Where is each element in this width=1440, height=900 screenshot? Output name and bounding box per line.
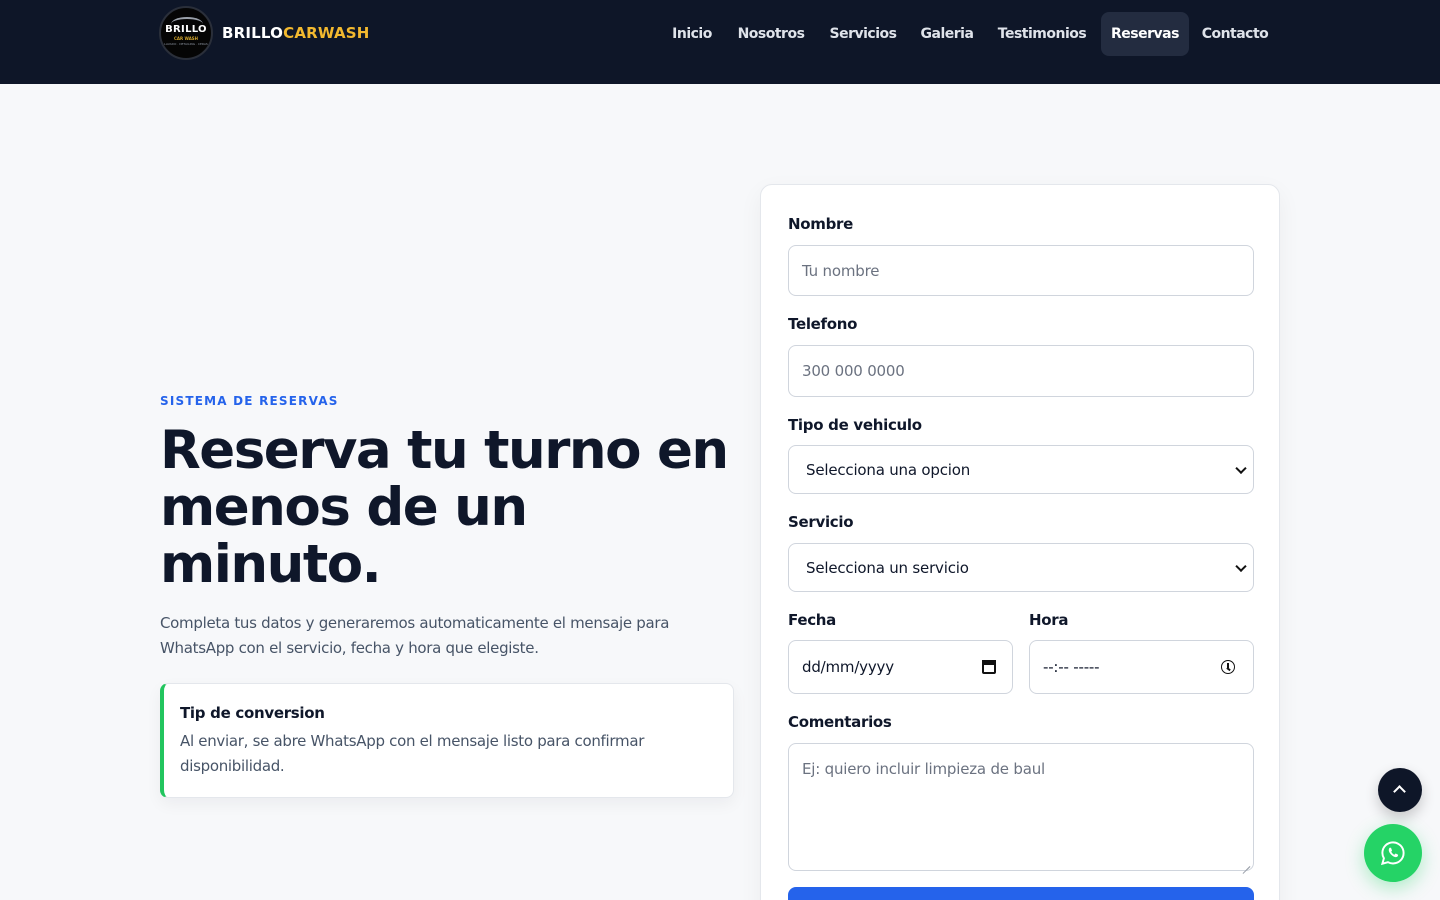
hero-subtitle: Completa tus datos y generaremos automat… (160, 614, 670, 657)
comentarios-textarea[interactable]: Ej: quiero incluir limpieza de baul (788, 743, 1254, 871)
main-nav: Inicio Nosotros Servicios Galeria Testim… (0, 12, 1440, 56)
nav-link-nosotros[interactable]: Nosotros (731, 12, 811, 56)
chevron-down-icon (1235, 462, 1247, 474)
hero-title: Reserva tu turno en menos de un minuto. (160, 420, 729, 595)
tip-title: Tip de conversion (180, 704, 325, 722)
nombre-input[interactable]: Tu nombre (788, 245, 1254, 296)
servicio-label: Servicio (788, 513, 854, 531)
chevron-down-icon (1235, 560, 1247, 572)
chevron-up-icon (1393, 785, 1406, 798)
nav-link-galeria[interactable]: Galeria (914, 12, 980, 56)
clock-icon[interactable] (1221, 660, 1235, 674)
telefono-placeholder: 300 000 0000 (802, 362, 905, 380)
hora-placeholder: --:-- ----- (1043, 658, 1100, 676)
scroll-to-top-button[interactable] (1378, 768, 1422, 812)
fecha-placeholder: dd/mm/yyyy (802, 658, 894, 676)
fecha-input[interactable]: dd/mm/yyyy (788, 640, 1013, 694)
nombre-placeholder: Tu nombre (802, 261, 880, 280)
vehiculo-selected: Selecciona una opcion (806, 460, 971, 479)
telefono-input[interactable]: 300 000 0000 (788, 345, 1254, 397)
nav-link-inicio[interactable]: Inicio (663, 12, 721, 56)
site-header: BRILLO CAR WASH LAVADO · DETAILING · CER… (0, 0, 1440, 84)
nav-link-reservas[interactable]: Reservas (1101, 12, 1189, 56)
servicio-select[interactable]: Selecciona un servicio (788, 543, 1254, 592)
telefono-label: Telefono (788, 315, 858, 333)
comentarios-label: Comentarios (788, 713, 892, 731)
nav-link-contacto[interactable]: Contacto (1196, 12, 1274, 56)
comentarios-placeholder: Ej: quiero incluir limpieza de baul (802, 760, 1045, 778)
hora-label: Hora (1029, 611, 1069, 629)
whatsapp-icon (1380, 841, 1405, 866)
nav-link-testimonios[interactable]: Testimonios (990, 12, 1094, 56)
fecha-label: Fecha (788, 611, 837, 629)
nombre-label: Nombre (788, 215, 853, 233)
section-eyebrow: SISTEMA DE RESERVAS (160, 394, 339, 408)
resize-handle-icon[interactable] (1242, 859, 1250, 867)
hora-input[interactable]: --:-- ----- (1029, 640, 1254, 694)
vehiculo-select[interactable]: Selecciona una opcion (788, 445, 1254, 494)
submit-button[interactable] (788, 887, 1254, 900)
calendar-icon[interactable] (982, 660, 996, 674)
whatsapp-button[interactable] (1364, 824, 1422, 882)
tip-body: Al enviar, se abre WhatsApp con el mensa… (180, 732, 645, 775)
tip-card: Tip de conversion Al enviar, se abre Wha… (160, 683, 734, 798)
vehiculo-label: Tipo de vehiculo (788, 416, 922, 434)
nav-link-servicios[interactable]: Servicios (822, 12, 904, 56)
servicio-selected: Selecciona un servicio (806, 558, 969, 577)
booking-form: Nombre Tu nombre Telefono 300 000 0000 T… (760, 184, 1280, 900)
